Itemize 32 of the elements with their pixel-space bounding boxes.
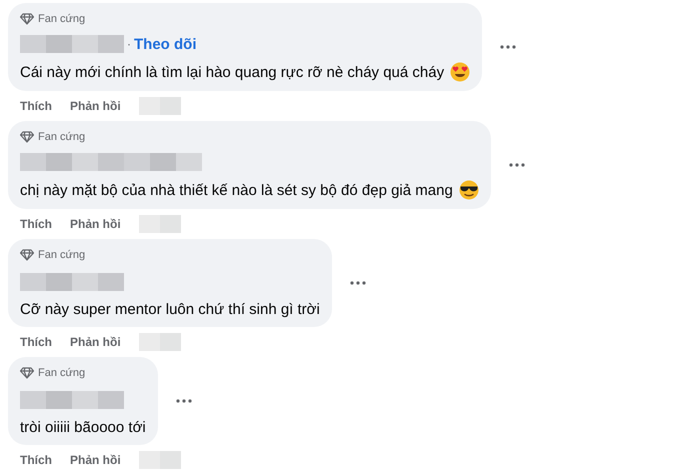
blurred-timestamp bbox=[138, 333, 181, 351]
separator-dot: · bbox=[127, 37, 131, 51]
fan-label: Fan cứng bbox=[38, 13, 86, 25]
more-options-icon[interactable] bbox=[350, 281, 366, 285]
comment-text: Cái này mới chính là tìm lại hào quang rực rỡ nè cháy quá cháy bbox=[20, 64, 444, 80]
reply-link[interactable]: Phản hồi bbox=[70, 217, 121, 231]
diamond-icon bbox=[20, 131, 34, 143]
like-link[interactable]: Thích bbox=[20, 99, 52, 113]
sunglasses-emoji-icon bbox=[458, 180, 479, 200]
follow-link[interactable]: Theo dõi bbox=[134, 36, 196, 52]
like-link[interactable]: Thích bbox=[20, 217, 52, 231]
fan-label: Fan cứng bbox=[38, 131, 86, 143]
comment-text: chị này mặt bộ của nhà thiết kế nào là sét sy bộ đó đẹp giả mang bbox=[20, 182, 453, 198]
like-link[interactable]: Thích bbox=[20, 453, 52, 467]
comment-text: tròi oiiiii bãoooo tới bbox=[20, 419, 146, 436]
blurred-timestamp bbox=[138, 451, 181, 469]
reply-link[interactable]: Phản hồi bbox=[70, 335, 121, 349]
fan-label: Fan cứng bbox=[38, 249, 86, 261]
blurred-timestamp bbox=[138, 97, 181, 115]
blurred-timestamp bbox=[138, 215, 181, 233]
reply-link[interactable]: Phản hồi bbox=[70, 453, 121, 467]
more-options-icon[interactable] bbox=[176, 399, 192, 403]
diamond-icon bbox=[20, 249, 34, 261]
diamond-icon bbox=[20, 13, 34, 25]
heart-eyes-emoji-icon bbox=[450, 62, 470, 82]
fan-label: Fan cứng bbox=[38, 367, 86, 379]
more-options-icon[interactable] bbox=[508, 163, 525, 167]
diamond-icon bbox=[20, 367, 34, 379]
like-link[interactable]: Thích bbox=[20, 335, 52, 349]
comment-text: Cỡ này super mentor luôn chứ thí sinh gì trời bbox=[20, 301, 320, 318]
more-options-icon[interactable] bbox=[500, 45, 516, 49]
reply-link[interactable]: Phản hồi bbox=[70, 99, 121, 113]
